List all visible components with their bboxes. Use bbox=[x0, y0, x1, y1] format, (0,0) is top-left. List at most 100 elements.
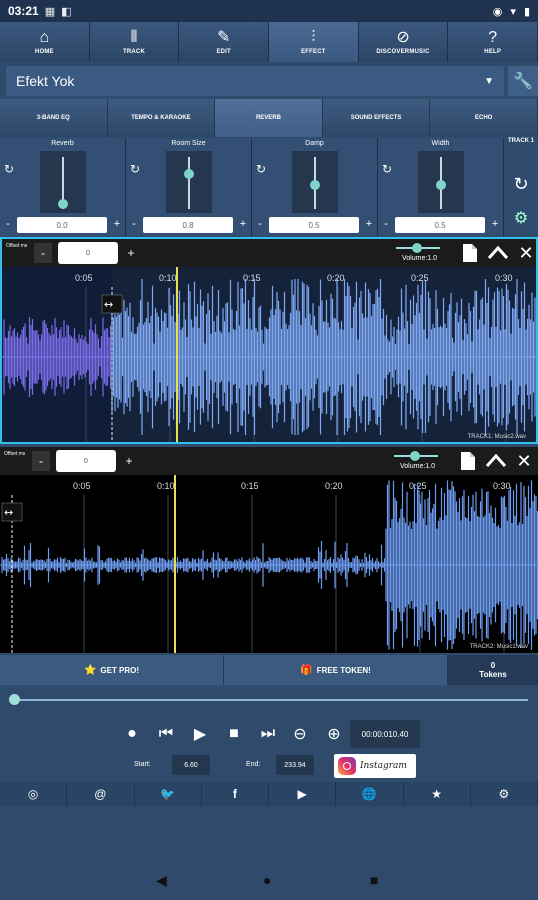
nav-effect[interactable]: ⫶ EFFECT bbox=[269, 22, 359, 62]
offset-decrement-button[interactable]: - bbox=[32, 451, 50, 471]
offset-increment-button[interactable]: + bbox=[122, 243, 140, 263]
nav-track-label: TRACK bbox=[123, 49, 145, 55]
slider-thumb[interactable] bbox=[58, 199, 68, 209]
skip-back-button[interactable]: ⏮ bbox=[152, 720, 180, 748]
zoom-in-button[interactable]: ⊕ bbox=[320, 720, 348, 748]
waveform-track-2[interactable]: 0:050:100:150:200:250:30↔ bbox=[0, 475, 538, 653]
offset-decrement-button[interactable]: - bbox=[34, 243, 52, 263]
nav-edit[interactable]: ✎ EDIT bbox=[179, 22, 270, 62]
record-button[interactable]: ● bbox=[118, 720, 146, 748]
decrement-button[interactable]: - bbox=[254, 218, 266, 232]
reset-icon[interactable]: ↻ bbox=[130, 162, 140, 176]
tab-reverb[interactable]: REVERB bbox=[215, 99, 323, 137]
volume-slider[interactable]: Volume:1.0 bbox=[390, 449, 444, 473]
offset-input[interactable]: 0 bbox=[56, 450, 116, 472]
track-panel-2[interactable]: Offset ms - 0 + Volume:1.0 ✕ 0:05 0:10 0:1… bbox=[0, 447, 538, 653]
track-name-label: TRACK1: Music2.wav bbox=[467, 434, 526, 440]
wifi-icon: ▾ bbox=[510, 5, 516, 18]
decrement-button[interactable]: - bbox=[2, 218, 14, 232]
increment-button[interactable]: + bbox=[237, 218, 249, 232]
value-field[interactable]: 0.0 bbox=[17, 217, 107, 233]
nav-track[interactable]: ⫴ TRACK bbox=[89, 22, 180, 62]
vertical-slider[interactable] bbox=[166, 151, 212, 213]
volume-slider[interactable]: Volume:1.0 bbox=[392, 241, 446, 265]
zoom-out-button[interactable]: ⊖ bbox=[286, 720, 314, 748]
control-damp: Damp ↻ - 0.5 + bbox=[252, 138, 378, 236]
home-circle-icon[interactable]: ● bbox=[263, 872, 271, 888]
slider-thumb[interactable] bbox=[184, 168, 194, 179]
tab-sound-effects[interactable]: SOUND EFFECTS bbox=[322, 99, 431, 137]
threads-link[interactable]: @ bbox=[67, 782, 135, 806]
back-icon[interactable]: ◀ bbox=[156, 872, 167, 889]
free-token-label: FREE TOKEN! bbox=[316, 665, 371, 675]
instagram-banner[interactable]: Instagram bbox=[334, 754, 416, 778]
volume-thumb[interactable] bbox=[410, 451, 420, 461]
recents-icon[interactable]: ■ bbox=[370, 872, 378, 888]
free-token-button[interactable]: 🎁 FREE TOKEN! bbox=[224, 655, 448, 685]
value-field[interactable]: 0.5 bbox=[395, 217, 485, 233]
nav-home[interactable]: ⌂ HOME bbox=[0, 22, 90, 62]
start-field[interactable]: 6.60 bbox=[172, 755, 210, 775]
decrement-button[interactable]: - bbox=[380, 218, 392, 232]
stop-button[interactable]: ■ bbox=[220, 720, 248, 748]
volume-thumb[interactable] bbox=[412, 243, 422, 253]
increment-button[interactable]: + bbox=[489, 218, 501, 232]
skip-forward-button[interactable]: ⏭ bbox=[254, 720, 282, 748]
close-track-button[interactable]: ✕ bbox=[514, 241, 538, 265]
tab-3-band-eq[interactable]: 3-BAND EQ bbox=[0, 99, 108, 137]
tab-tempo-karaoke[interactable]: TEMPO & KARAOKE bbox=[107, 99, 216, 137]
file-button[interactable] bbox=[458, 241, 482, 265]
end-field[interactable]: 233.94 bbox=[276, 755, 314, 775]
nav-discovermusic[interactable]: ⊘ DISCOVERMUSIC bbox=[358, 22, 449, 62]
tab-echo[interactable]: ECHO bbox=[430, 99, 538, 137]
file-button[interactable] bbox=[456, 449, 480, 473]
slider-thumb[interactable] bbox=[436, 180, 446, 190]
system-nav-bar: ◀ ● ■ bbox=[0, 862, 538, 900]
time-tick-label: 0:30 bbox=[495, 273, 513, 283]
offset-input[interactable]: 0 bbox=[58, 242, 118, 264]
seek-bar[interactable] bbox=[0, 688, 538, 712]
sliders-icon: ⫶ bbox=[311, 29, 316, 46]
vertical-slider[interactable] bbox=[40, 151, 86, 213]
decrement-button[interactable]: - bbox=[128, 218, 140, 232]
value-field[interactable]: 0.5 bbox=[269, 217, 359, 233]
twitter-link[interactable]: 🐦 bbox=[134, 782, 202, 806]
waveform-track-1[interactable]: 0:05 0:10 0:15 0:20 0:25 0:30↔ bbox=[2, 267, 536, 442]
web-link[interactable]: 🌐 bbox=[336, 782, 404, 806]
preset-dropdown[interactable]: Efekt Yok ▼ bbox=[6, 66, 504, 96]
increment-button[interactable]: + bbox=[363, 218, 375, 232]
effect-tabs: 3-BAND EQ TEMPO & KARAOKE REVERB SOUND E… bbox=[0, 99, 538, 137]
tokens-label: Tokens bbox=[479, 670, 507, 679]
wrench-button[interactable]: 🔧 bbox=[508, 66, 538, 96]
facebook-link[interactable]: f bbox=[201, 782, 269, 806]
slider-thumb[interactable] bbox=[310, 180, 320, 190]
instagram-link[interactable]: ◎ bbox=[0, 782, 68, 806]
settings-link[interactable]: ⚙ bbox=[470, 782, 538, 806]
settings-check-icon[interactable]: ⚙ bbox=[504, 208, 538, 228]
offset-increment-button[interactable]: + bbox=[120, 451, 138, 471]
collapse-button[interactable] bbox=[486, 241, 510, 265]
rate-link[interactable]: ★ bbox=[403, 782, 471, 806]
nav-discovermusic-label: DISCOVERMUSIC bbox=[376, 49, 430, 55]
increment-button[interactable]: + bbox=[111, 218, 123, 232]
file-icon bbox=[461, 452, 475, 470]
vertical-slider[interactable] bbox=[418, 151, 464, 213]
refresh-icon[interactable]: ↻ bbox=[504, 174, 538, 195]
reset-icon[interactable]: ↻ bbox=[256, 162, 266, 176]
reset-icon[interactable]: ↻ bbox=[4, 162, 14, 176]
seek-thumb[interactable] bbox=[9, 694, 20, 705]
reset-icon[interactable]: ↻ bbox=[382, 162, 392, 176]
play-button[interactable]: ▶ bbox=[186, 720, 214, 748]
track-panel-1[interactable]: Offset ms - 0 + Volume:1.0 ✕ 0:05 0:10 0:1… bbox=[0, 237, 538, 444]
stop-icon: ■ bbox=[229, 725, 239, 742]
nav-help[interactable]: ? HELP bbox=[448, 22, 538, 62]
gift-icon: 🎁 bbox=[300, 664, 313, 676]
get-pro-button[interactable]: ⭐ GET PRO! bbox=[0, 655, 224, 685]
value-field[interactable]: 0.8 bbox=[143, 217, 233, 233]
skip-forward-icon: ⏭ bbox=[260, 725, 276, 742]
collapse-button[interactable] bbox=[484, 449, 508, 473]
youtube-link[interactable]: ▶ bbox=[269, 782, 337, 806]
vertical-slider[interactable] bbox=[292, 151, 338, 213]
close-track-button[interactable]: ✕ bbox=[512, 449, 536, 473]
close-icon: ✕ bbox=[518, 242, 534, 263]
